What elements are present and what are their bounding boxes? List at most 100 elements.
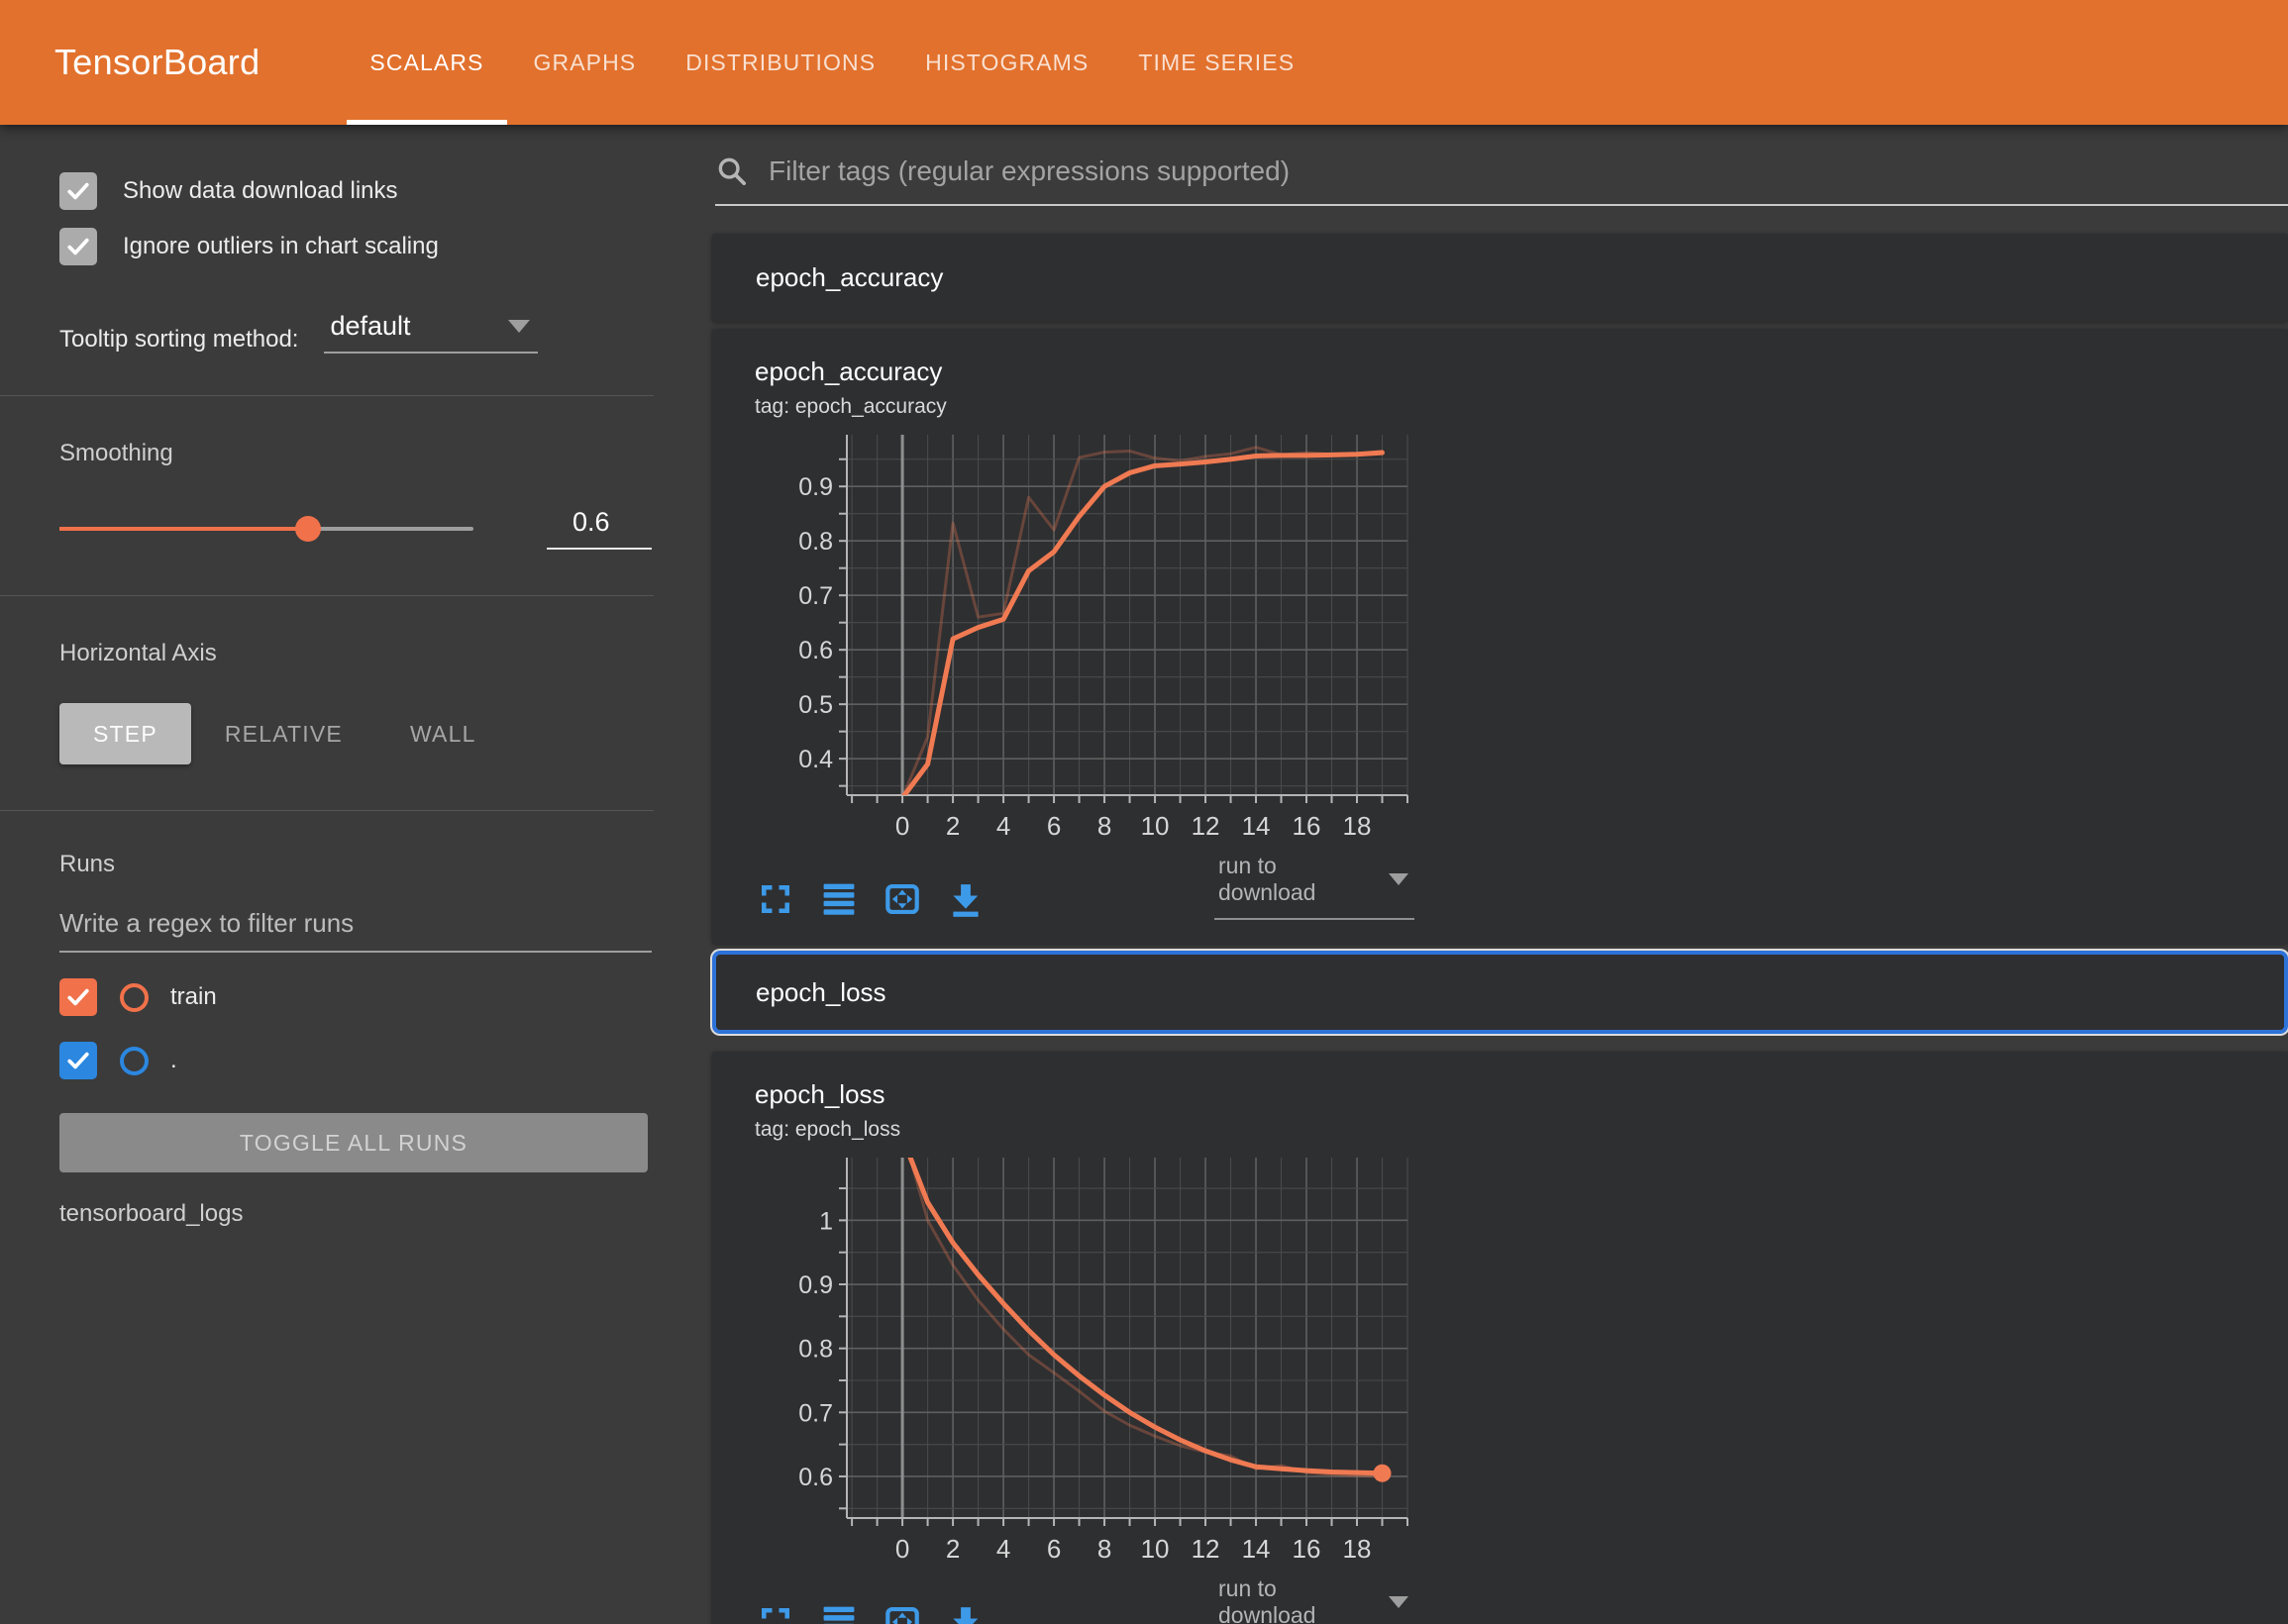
smoothing-section: Smoothing 0.6 [0,396,654,596]
axis-button-wall[interactable]: WALL [376,703,510,764]
svg-text:0.8: 0.8 [798,528,833,556]
svg-text:0.4: 0.4 [798,746,833,773]
chart-toolbar: run to download [755,853,1414,920]
svg-text:14: 14 [1242,811,1271,841]
axis-button-relative[interactable]: RELATIVE [191,703,376,764]
svg-text:12: 12 [1192,1534,1220,1564]
tooltip-sorting-label: Tooltip sorting method: [59,326,298,354]
svg-text:4: 4 [996,811,1010,841]
fullscreen-icon[interactable] [755,1601,796,1624]
download-icon[interactable] [945,878,987,920]
smoothing-value-field[interactable]: 0.6 [547,507,652,550]
horizontal-axis-label: Horizontal Axis [59,640,654,667]
run-item-train[interactable]: train [59,978,654,1016]
search-icon [715,154,749,188]
svg-text:10: 10 [1141,1534,1170,1564]
svg-text:0.9: 0.9 [798,473,833,501]
svg-text:18: 18 [1343,811,1372,841]
svg-text:0.7: 0.7 [798,1399,833,1427]
run-item-dot[interactable]: . [59,1042,654,1079]
svg-text:14: 14 [1242,1534,1271,1564]
tooltip-sorting-row: Tooltip sorting method: default [59,311,654,354]
sidebar: Show data download links Ignore outliers… [0,125,654,1624]
smoothing-slider-row: 0.6 [59,507,652,550]
check-icon [64,177,92,205]
run-to-download-select[interactable]: run to download [1214,1575,1414,1624]
svg-text:0.9: 0.9 [798,1271,833,1299]
runs-filter-input[interactable] [59,908,652,953]
run-label: . [170,1047,177,1074]
fit-domain-icon[interactable] [882,878,923,920]
section-header-epoch-accuracy[interactable]: epoch_accuracy [712,234,2288,322]
slider-fill [59,527,308,531]
run-color-ring-icon [120,1047,149,1075]
data-table-icon[interactable] [818,1601,860,1624]
tag-cards: epoch_accuracy epoch_accuracy tag: epoch… [712,234,2288,1624]
chart-title: epoch_accuracy [755,356,2288,387]
chart-toolbar-icons [755,878,987,920]
run-to-download-label: run to download [1218,853,1363,906]
tab-scalars[interactable]: SCALARS [345,0,508,125]
smoothing-slider[interactable] [59,527,473,531]
svg-text:0: 0 [895,811,909,841]
main-content: epoch_accuracy epoch_accuracy tag: epoch… [654,125,2288,1624]
axis-button-step[interactable]: STEP [59,703,191,764]
app-header: TensorBoard SCALARS GRAPHS DISTRIBUTIONS… [0,0,2288,125]
checkbox-ignore-outliers[interactable]: Ignore outliers in chart scaling [59,228,654,265]
tab-distributions[interactable]: DISTRIBUTIONS [661,0,900,125]
data-table-icon[interactable] [818,878,860,920]
run-color-ring-icon [120,983,149,1012]
svg-text:16: 16 [1293,811,1321,841]
horizontal-axis-section: Horizontal Axis STEP RELATIVE WALL [0,596,654,811]
toggle-all-runs-button[interactable]: TOGGLE ALL RUNS [59,1113,648,1172]
checkbox-show-data-download-links[interactable]: Show data download links [59,172,654,210]
checkbox-icon [59,228,97,265]
chart-card-epoch-accuracy: epoch_accuracy tag: epoch_accuracy 02468… [712,329,2288,944]
section-title: epoch_accuracy [756,262,943,293]
chart-toolbar-icons [755,1601,987,1624]
horizontal-axis-buttons: STEP RELATIVE WALL [59,703,654,764]
svg-text:0.6: 0.6 [798,637,833,664]
dropdown-arrow-icon [1389,873,1408,885]
check-icon [64,983,92,1011]
scalar-chart-epoch-accuracy[interactable]: 0246810121416180.40.50.60.70.80.9 [755,425,1415,845]
svg-text:2: 2 [946,811,960,841]
svg-text:0.8: 0.8 [798,1336,833,1364]
svg-text:10: 10 [1141,811,1170,841]
tooltip-sorting-select[interactable]: default [324,311,538,354]
download-icon[interactable] [945,1601,987,1624]
checkbox-icon [59,172,97,210]
svg-text:6: 6 [1047,811,1061,841]
scalar-chart-epoch-loss[interactable]: 0246810121416180.60.70.80.91 [755,1148,1415,1568]
svg-text:0.7: 0.7 [798,582,833,610]
svg-text:8: 8 [1097,1534,1111,1564]
dropdown-arrow-icon [1389,1596,1408,1608]
general-options-section: Show data download links Ignore outliers… [0,172,654,396]
svg-text:2: 2 [946,1534,960,1564]
tab-bar: SCALARS GRAPHS DISTRIBUTIONS HISTOGRAMS … [345,0,1319,125]
slider-thumb[interactable] [295,516,321,542]
log-directory-label: tensorboard_logs [59,1200,654,1228]
check-icon [64,1047,92,1074]
run-checkbox[interactable] [59,1042,97,1079]
fullscreen-icon[interactable] [755,878,796,920]
tensorboard-app: TensorBoard SCALARS GRAPHS DISTRIBUTIONS… [0,0,2288,1624]
run-checkbox[interactable] [59,978,97,1016]
dropdown-arrow-icon [508,320,530,333]
check-icon [64,233,92,260]
tag-filter-input[interactable] [767,154,2288,188]
svg-text:0.6: 0.6 [798,1464,833,1491]
tab-graphs[interactable]: GRAPHS [509,0,662,125]
fit-domain-icon[interactable] [882,1601,923,1624]
chart-toolbar: run to download [755,1575,1414,1624]
svg-text:0.5: 0.5 [798,691,833,719]
svg-text:0: 0 [895,1534,909,1564]
app-logo: TensorBoard [54,42,260,83]
run-label: train [170,983,217,1011]
checkbox-label: Show data download links [123,177,398,205]
svg-text:4: 4 [996,1534,1010,1564]
tab-time-series[interactable]: TIME SERIES [1113,0,1319,125]
tab-histograms[interactable]: HISTOGRAMS [900,0,1113,125]
run-to-download-select[interactable]: run to download [1214,853,1414,920]
section-header-epoch-loss[interactable]: epoch_loss [712,951,2288,1034]
